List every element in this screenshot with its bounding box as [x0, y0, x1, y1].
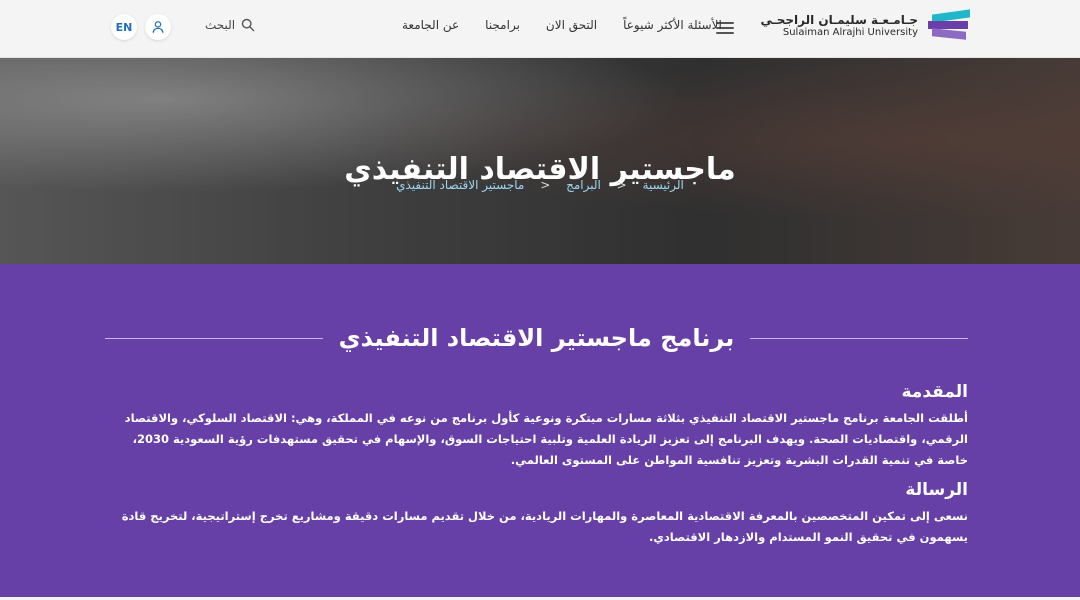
- logo-text: جـامـعـة سليمـان الراجحـي Sulaiman Alraj…: [760, 12, 918, 39]
- nav-apply[interactable]: التحق الان: [546, 18, 597, 32]
- breadcrumb-current: ماجستير الاقتصاد التنفيذي: [396, 178, 525, 192]
- program-content: برنامج ماجستير الاقتصاد التنفيذي المقدمة…: [0, 264, 1080, 597]
- nav-programs[interactable]: برامجنا: [485, 18, 520, 32]
- title-divider-line: [105, 337, 323, 339]
- search-icon: [241, 18, 255, 32]
- breadcrumb-separator: <: [540, 178, 551, 192]
- section-title: برنامج ماجستير الاقتصاد التنفيذي: [338, 324, 735, 352]
- mission-heading: الرسالة: [905, 480, 968, 500]
- breadcrumb: الرئيسية < البرامج < ماجستير الاقتصاد ال…: [0, 178, 1080, 192]
- logo-english-name: Sulaiman Alrajhi University: [782, 27, 918, 39]
- breadcrumb-home[interactable]: الرئيسية: [643, 178, 684, 192]
- section-title-row: برنامج ماجستير الاقتصاد التنفيذي: [105, 324, 968, 352]
- search-label: البحث: [205, 18, 236, 32]
- breadcrumb-programs[interactable]: البرامج: [566, 178, 601, 192]
- intro-section: المقدمة أطلقت الجامعة برنامج ماجستير الا…: [105, 382, 968, 471]
- logo-arabic-name: جـامـعـة سليمـان الراجحـي: [760, 12, 918, 27]
- mission-section: الرسالة نسعى إلى تمكين المتخصصين بالمعرف…: [105, 480, 968, 548]
- nav-faq[interactable]: الأسئلة الأكثر شيوعاً: [623, 18, 722, 32]
- intro-heading: المقدمة: [901, 382, 969, 402]
- language-switch-button[interactable]: EN: [111, 14, 137, 40]
- nav-about[interactable]: عن الجامعة: [402, 18, 459, 32]
- logo-mark-icon: [928, 9, 970, 40]
- university-logo[interactable]: جـامـعـة سليمـان الراجحـي Sulaiman Alraj…: [760, 9, 970, 40]
- main-nav: عن الجامعة برامجنا التحق الان الأسئلة ال…: [402, 18, 722, 32]
- hero-banner: ماجستير الاقتصاد التنفيذي الرئيسية < الب…: [0, 58, 1080, 264]
- user-icon: [152, 21, 164, 33]
- site-header: جـامـعـة سليمـان الراجحـي Sulaiman Alraj…: [0, 0, 1080, 58]
- intro-text: أطلقت الجامعة برنامج ماجستير الاقتصاد ال…: [124, 411, 968, 467]
- title-divider-line: [750, 337, 968, 339]
- search-button[interactable]: البحث: [205, 18, 255, 32]
- user-account-button[interactable]: [145, 14, 171, 40]
- breadcrumb-separator: <: [616, 178, 627, 192]
- mission-text: نسعى إلى تمكين المتخصصين بالمعرفة الاقتص…: [121, 509, 968, 544]
